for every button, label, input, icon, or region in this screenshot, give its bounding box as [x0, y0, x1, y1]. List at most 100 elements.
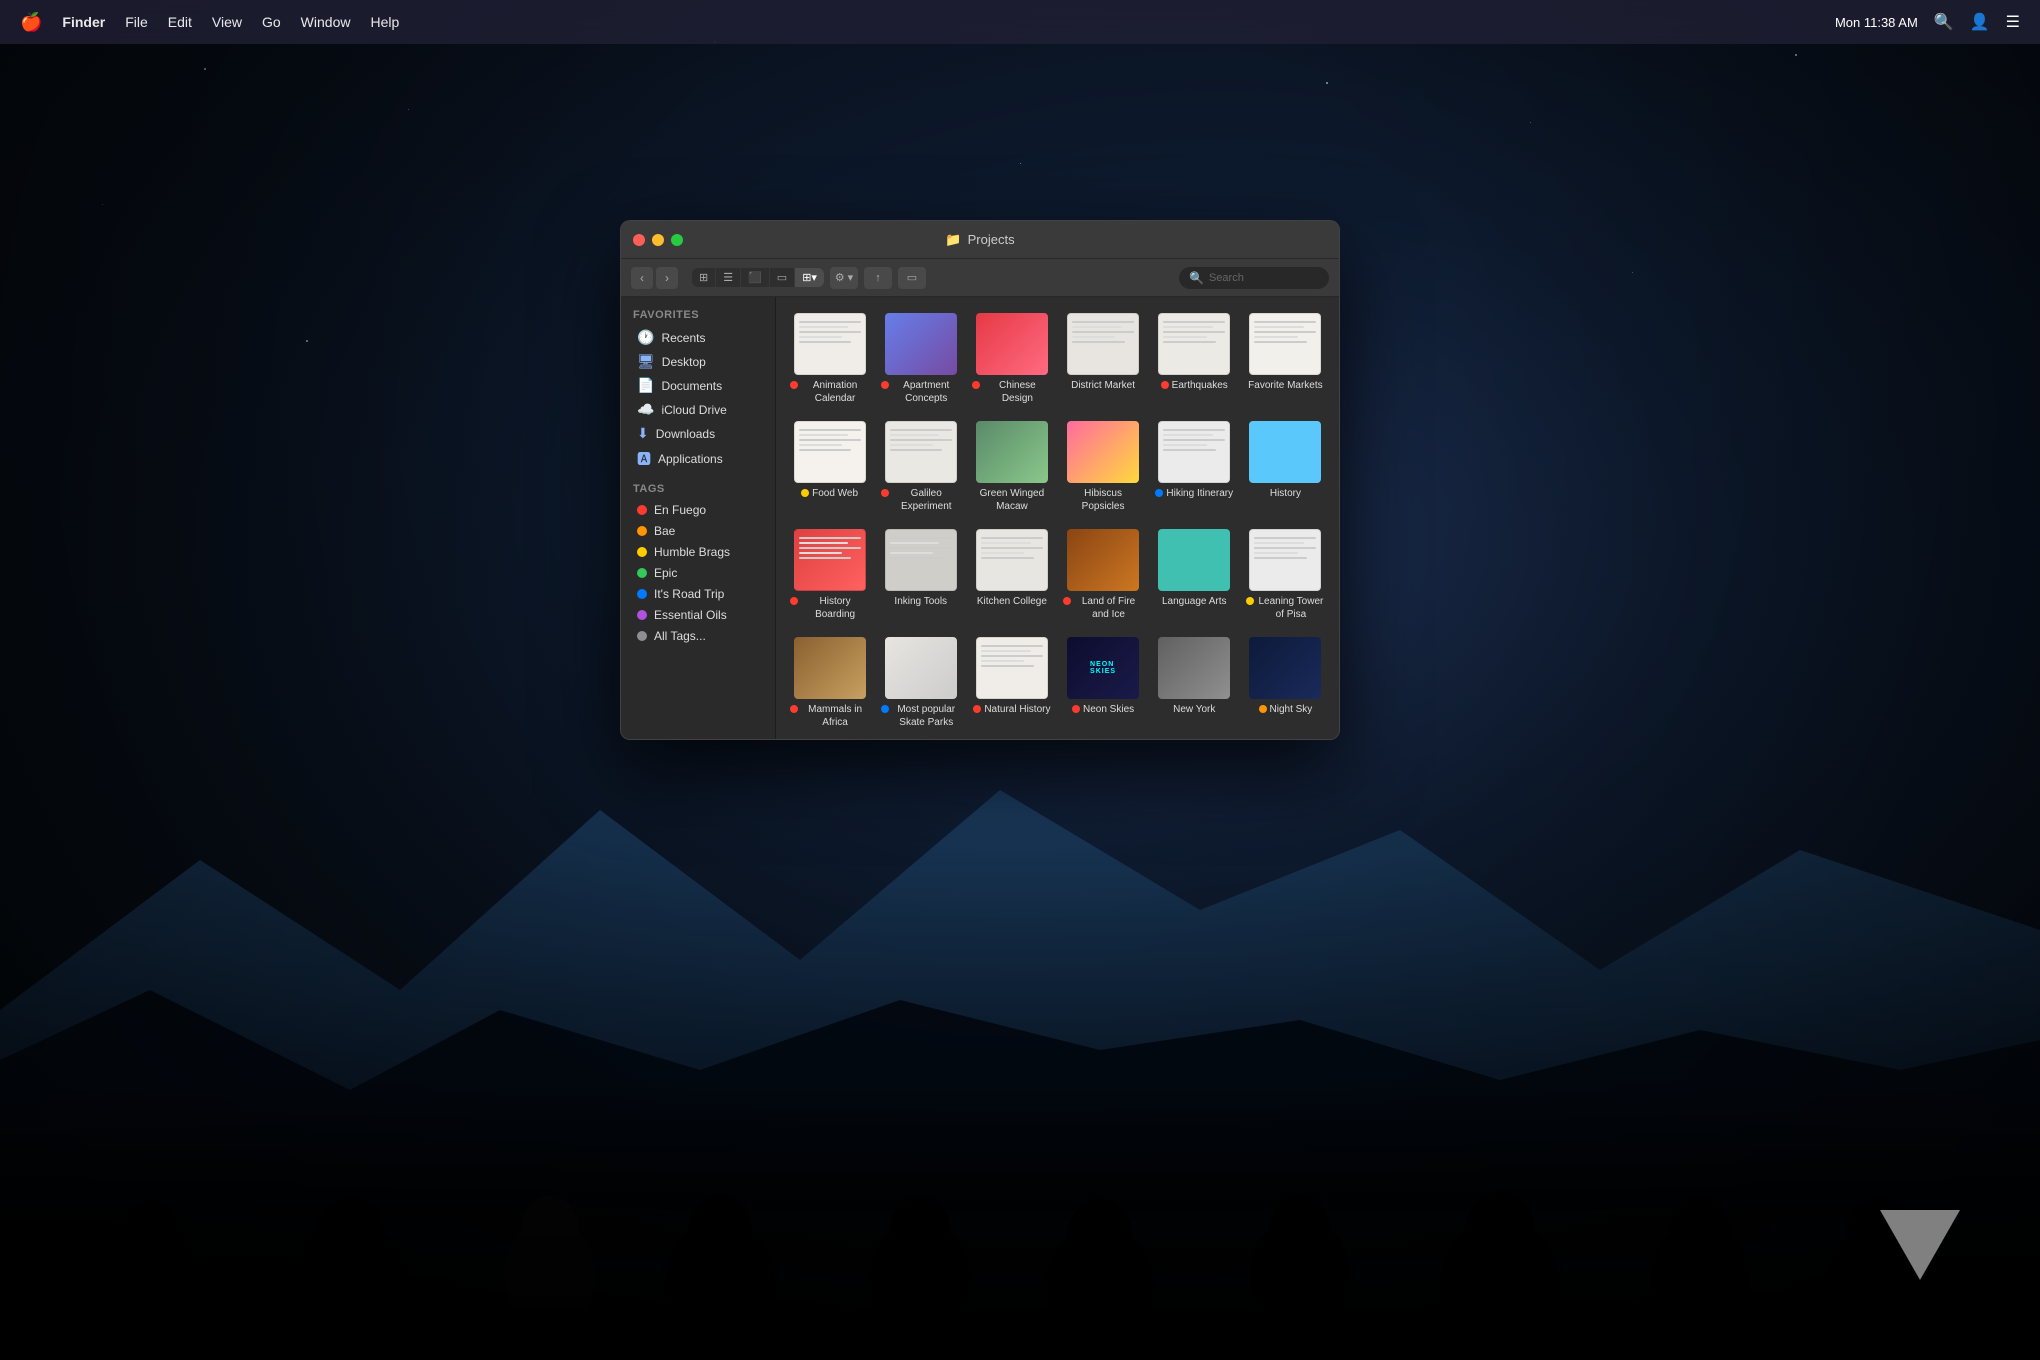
file-item-favorite-markets[interactable]: Favorite Markets: [1242, 307, 1329, 411]
view-list-btn[interactable]: ☰: [716, 268, 741, 287]
new-folder-btn[interactable]: ▭: [898, 267, 926, 289]
file-name-text: History: [1270, 487, 1301, 500]
sidebar-tag-road-trip[interactable]: It's Road Trip: [625, 584, 771, 604]
file-item-apartment-concepts[interactable]: Apartment Concepts: [877, 307, 964, 411]
control-center-icon[interactable]: ☰: [2006, 12, 2020, 32]
file-item-mammals-in-africa[interactable]: Mammals in Africa: [786, 631, 873, 735]
sidebar-item-recents[interactable]: 🕐 Recents: [625, 326, 771, 349]
file-item-natural-history[interactable]: Natural History: [968, 631, 1055, 735]
menubar-finder[interactable]: Finder: [62, 14, 105, 30]
file-item-food-web[interactable]: Food Web: [786, 415, 873, 519]
applications-label: Applications: [658, 452, 723, 466]
search-icon: 🔍: [1189, 271, 1204, 285]
menubar-go[interactable]: Go: [262, 14, 281, 30]
file-item-hibiscus-popsicles[interactable]: Hibiscus Popsicles: [1059, 415, 1146, 519]
file-item-new-york[interactable]: New York: [1151, 631, 1238, 735]
file-item-night-sky[interactable]: Night Sky: [1242, 631, 1329, 735]
file-item-language-arts[interactable]: Language Arts: [1151, 523, 1238, 627]
downloads-label: Downloads: [656, 427, 715, 441]
sidebar-tag-bae[interactable]: Bae: [625, 521, 771, 541]
file-item-history-boarding[interactable]: History Boarding: [786, 523, 873, 627]
back-button[interactable]: ‹: [631, 267, 653, 289]
sidebar-tag-en-fuego[interactable]: En Fuego: [625, 500, 771, 520]
fullscreen-button[interactable]: [671, 234, 683, 246]
menubar-window[interactable]: Window: [301, 14, 351, 30]
file-label: Mammals in Africa: [790, 703, 869, 729]
file-label: Earthquakes: [1161, 379, 1228, 392]
menubar-edit[interactable]: Edit: [168, 14, 192, 30]
file-tag-dot: [973, 705, 981, 713]
view-grid-btn[interactable]: ⊞▾: [795, 268, 824, 287]
sidebar-item-icloud[interactable]: ☁️ iCloud Drive: [625, 398, 771, 421]
all-tags-dot: [637, 631, 647, 641]
file-tag-dot: [1246, 597, 1254, 605]
downloads-icon: ⬇: [637, 425, 649, 442]
arrange-btn[interactable]: ⚙ ▾: [830, 267, 858, 289]
menubar-right: Mon 11:38 AM 🔍 👤 ☰: [1835, 12, 2020, 32]
file-item-history[interactable]: History: [1242, 415, 1329, 519]
search-menubar-icon[interactable]: 🔍: [1934, 12, 1954, 32]
file-item-land-of-fire-and-ice[interactable]: Land of Fire and Ice: [1059, 523, 1146, 627]
menubar-view[interactable]: View: [212, 14, 242, 30]
file-tag-dot: [881, 381, 889, 389]
file-label: Language Arts: [1162, 595, 1227, 608]
apple-menu[interactable]: 🍎: [20, 12, 42, 33]
recents-icon: 🕐: [637, 329, 654, 346]
sidebar-item-applications[interactable]: 🅰 Applications: [625, 446, 771, 472]
forward-button[interactable]: ›: [656, 267, 678, 289]
window-titlebar: 📁 Projects: [621, 221, 1339, 259]
sidebar-item-desktop[interactable]: 🖥 Desktop: [625, 350, 771, 373]
file-item-district-market[interactable]: District Market: [1059, 307, 1146, 411]
file-label: Galileo Experiment: [881, 487, 960, 513]
sidebar-tag-epic[interactable]: Epic: [625, 563, 771, 583]
search-box[interactable]: 🔍 Search: [1179, 267, 1329, 289]
traffic-lights: [633, 234, 683, 246]
view-column-btn[interactable]: ⬛: [741, 268, 770, 287]
file-item-leaning-tower-of-pisa[interactable]: Leaning Tower of Pisa: [1242, 523, 1329, 627]
file-name-text: Kitchen College: [977, 595, 1047, 608]
menubar-help[interactable]: Help: [370, 14, 399, 30]
user-icon[interactable]: 👤: [1970, 12, 1990, 32]
desktop-icon: 🖥: [637, 353, 655, 370]
file-item-galileo-experiment[interactable]: Galileo Experiment: [877, 415, 964, 519]
file-item-green-winged-macaw[interactable]: Green Winged Macaw: [968, 415, 1055, 519]
menubar: 🍎 Finder File Edit View Go Window Help M…: [0, 0, 2040, 44]
share-btn[interactable]: ↑: [864, 267, 892, 289]
file-item-kitchen-college[interactable]: Kitchen College: [968, 523, 1055, 627]
file-item-chinese-design[interactable]: Chinese Design: [968, 307, 1055, 411]
sidebar-tag-humble-brags[interactable]: Humble Brags: [625, 542, 771, 562]
file-grid: Animation CalendarApartment ConceptsChin…: [776, 297, 1339, 739]
view-gallery-btn[interactable]: ▭: [770, 268, 795, 287]
file-label: Inking Tools: [894, 595, 947, 608]
file-name-text: Inking Tools: [894, 595, 947, 608]
file-item-neon-skies[interactable]: NEONSKIES Neon Skies: [1059, 631, 1146, 735]
sidebar-tag-essential-oils[interactable]: Essential Oils: [625, 605, 771, 625]
finder-window: 📁 Projects ‹ › ⊞ ☰ ⬛ ▭ ⊞▾ ⚙ ▾ ↑ ▭ 🔍 Sear…: [620, 220, 1340, 740]
file-thumbnail: [1158, 313, 1230, 375]
file-thumbnail: [885, 313, 957, 375]
file-thumbnail: NEONSKIES: [1067, 637, 1139, 699]
minimize-button[interactable]: [652, 234, 664, 246]
sidebar-all-tags[interactable]: All Tags...: [625, 626, 771, 646]
en-fuego-label: En Fuego: [654, 503, 706, 517]
bae-label: Bae: [654, 524, 675, 538]
file-tag-dot: [1259, 705, 1267, 713]
file-label: Neon Skies: [1072, 703, 1134, 716]
file-name-text: Galileo Experiment: [892, 487, 960, 513]
close-button[interactable]: [633, 234, 645, 246]
menubar-file[interactable]: File: [125, 14, 148, 30]
file-item-hiking-itinerary[interactable]: Hiking Itinerary: [1151, 415, 1238, 519]
file-item-animation-calendar[interactable]: Animation Calendar: [786, 307, 873, 411]
file-item-earthquakes[interactable]: Earthquakes: [1151, 307, 1238, 411]
file-thumbnail: [885, 637, 957, 699]
view-icon-btn[interactable]: ⊞: [692, 268, 716, 287]
sidebar-item-downloads[interactable]: ⬇ Downloads: [625, 422, 771, 445]
file-name-text: Land of Fire and Ice: [1074, 595, 1142, 621]
file-name-text: Leaning Tower of Pisa: [1257, 595, 1325, 621]
file-thumbnail: [976, 529, 1048, 591]
file-item-most-popular-skate-parks[interactable]: Most popular Skate Parks: [877, 631, 964, 735]
file-thumbnail: [976, 313, 1048, 375]
audience-silhouette: [0, 1080, 2040, 1360]
sidebar-item-documents[interactable]: 📄 Documents: [625, 374, 771, 397]
file-item-inking-tools[interactable]: Inking Tools: [877, 523, 964, 627]
